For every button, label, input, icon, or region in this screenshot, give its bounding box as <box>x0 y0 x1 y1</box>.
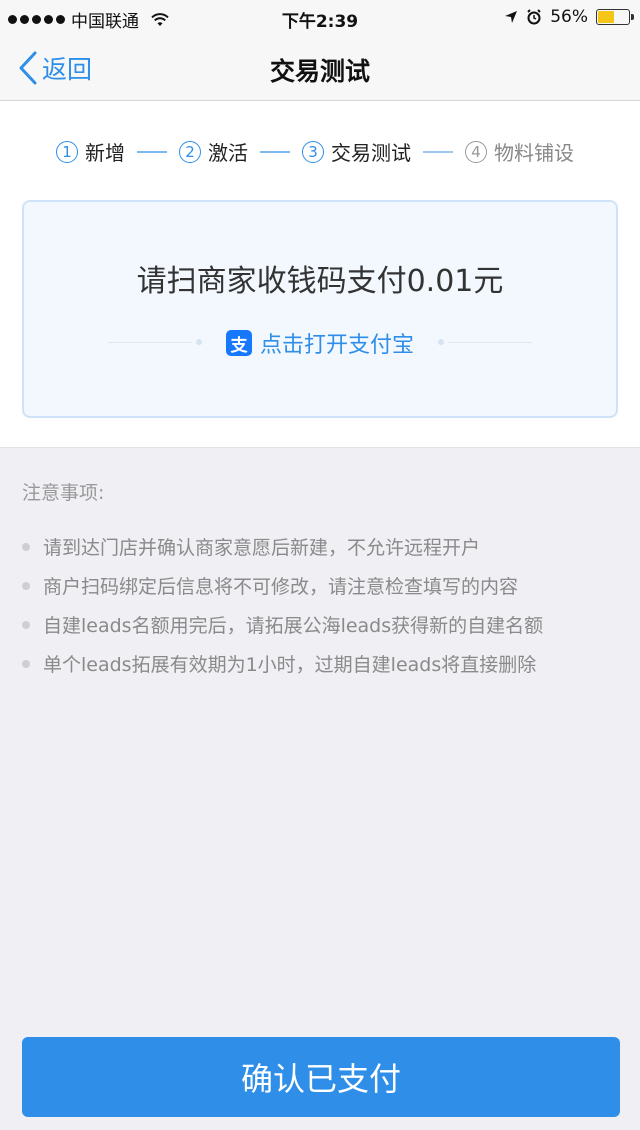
list-item: 商户扫码绑定后信息将不可修改，请注意检查填写的内容 <box>22 566 622 605</box>
notes-section: 注意事项: 请到达门店并确认商家意愿后新建，不允许远程开户 商户扫码绑定后信息将… <box>22 478 622 683</box>
main-panel: 1 新增 2 激活 3 交易测试 4 物料铺设 请扫商家收钱码支付0.01元 支… <box>0 101 640 448</box>
step-number: 2 <box>179 140 201 163</box>
navigation-bar: 返回 交易测试 <box>0 36 640 101</box>
location-arrow-icon <box>505 11 518 23</box>
step-connector <box>137 150 167 153</box>
status-bar: 中国联通 下午2:39 56% <box>0 0 640 36</box>
step-connector <box>260 150 290 153</box>
notes-list: 请到达门店并确认商家意愿后新建，不允许远程开户 商户扫码绑定后信息将不可修改，请… <box>22 527 622 683</box>
bullet-icon <box>22 581 30 590</box>
step-activate: 2 激活 <box>179 137 248 166</box>
alipay-icon: 支 <box>225 330 252 356</box>
step-label: 新增 <box>85 141 125 165</box>
list-item: 单个leads拓展有效期为1小时，过期自建leads将直接删除 <box>22 644 622 683</box>
status-right: 56% <box>504 7 634 27</box>
bullet-icon <box>22 620 30 629</box>
step-label: 物料铺设 <box>494 141 574 165</box>
battery-percent: 56% <box>550 7 588 27</box>
note-text: 商户扫码绑定后信息将不可修改，请注意检查填写的内容 <box>43 576 519 598</box>
step-new: 1 新增 <box>56 137 125 166</box>
step-label: 交易测试 <box>331 141 411 165</box>
list-item: 请到达门店并确认商家意愿后新建，不允许远程开户 <box>22 527 622 566</box>
notes-heading: 注意事项: <box>22 482 105 504</box>
bullet-icon <box>22 542 30 551</box>
note-text: 自建leads名额用完后，请拓展公海leads获得新的自建名额 <box>43 615 544 637</box>
progress-steps: 1 新增 2 激活 3 交易测试 4 物料铺设 <box>56 137 574 166</box>
note-text: 单个leads拓展有效期为1小时，过期自建leads将直接删除 <box>43 654 537 676</box>
note-text: 请到达门店并确认商家意愿后新建，不允许远程开户 <box>43 537 481 559</box>
open-alipay-link[interactable]: 支 点击打开支付宝 <box>24 327 616 359</box>
open-alipay-label: 点击打开支付宝 <box>259 333 414 358</box>
step-number: 1 <box>56 140 78 163</box>
confirm-paid-button[interactable]: 确认已支付 <box>22 1037 620 1117</box>
step-connector <box>423 150 453 153</box>
alarm-clock-icon <box>527 9 541 25</box>
step-label: 激活 <box>208 141 248 165</box>
list-item: 自建leads名额用完后，请拓展公海leads获得新的自建名额 <box>22 605 622 644</box>
page-title: 交易测试 <box>269 57 370 86</box>
step-number: 3 <box>302 140 324 163</box>
payment-card: 请扫商家收钱码支付0.01元 支 点击打开支付宝 <box>22 200 618 418</box>
bullet-icon <box>22 659 30 668</box>
battery-icon <box>596 9 634 25</box>
battery-level-fill <box>598 11 615 23</box>
payment-prompt: 请扫商家收钱码支付0.01元 <box>136 264 504 299</box>
step-transaction-test: 3 交易测试 <box>302 137 411 166</box>
step-number: 4 <box>465 140 487 163</box>
step-material-setup: 4 物料铺设 <box>465 137 574 166</box>
